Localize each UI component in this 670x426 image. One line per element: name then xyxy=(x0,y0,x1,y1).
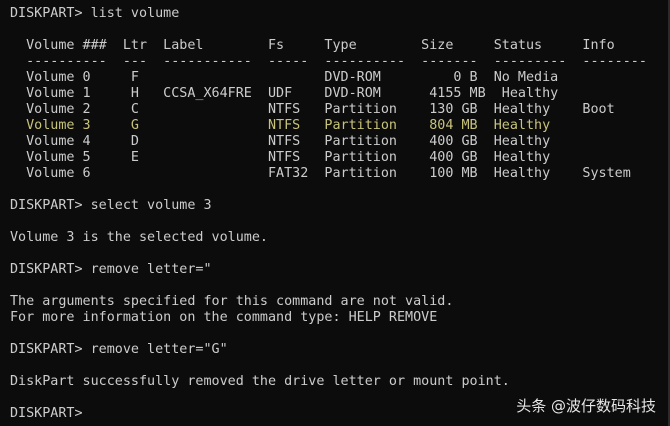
console-line: Volume 3 is the selected volume. xyxy=(10,230,268,245)
volume-row: Volume 6 FAT32 Partition 100 MB Healthy … xyxy=(10,166,631,181)
console-line: DISKPART> select volume 3 xyxy=(10,198,212,213)
volume-row: Volume 0 F DVD-ROM 0 B No Media xyxy=(10,70,559,85)
volume-row: Volume 5 E NTFS Partition 400 GB Healthy xyxy=(10,150,551,165)
volume-row: Volume 1 H CCSA_X64FRE UDF DVD-ROM 4155 … xyxy=(10,86,559,101)
volume-row: Volume 2 C NTFS Partition 130 GB Healthy… xyxy=(10,102,615,117)
console-line: The arguments specified for this command… xyxy=(10,294,454,309)
volume-table-separator: ---------- --- ----------- ----- -------… xyxy=(10,54,647,69)
console-line: DISKPART> remove letter="G" xyxy=(10,342,228,357)
console-line: DISKPART> list volume xyxy=(10,6,180,21)
volume-row-highlighted: Volume 3 G NTFS Partition 804 MB Healthy xyxy=(10,118,551,133)
watermark: 头条 @波仔数码科技 xyxy=(516,397,656,415)
volume-row: Volume 4 D NTFS Partition 400 GB Healthy xyxy=(10,134,551,149)
console-line: DiskPart successfully removed the drive … xyxy=(10,374,510,389)
volume-table-header: Volume ### Ltr Label Fs Type Size Status… xyxy=(10,38,615,53)
console-line: For more information on the command type… xyxy=(10,310,438,325)
console-line: DISKPART> remove letter=" xyxy=(10,262,212,277)
terminal-console[interactable]: DISKPART> list volume Volume ### Ltr Lab… xyxy=(0,0,670,426)
